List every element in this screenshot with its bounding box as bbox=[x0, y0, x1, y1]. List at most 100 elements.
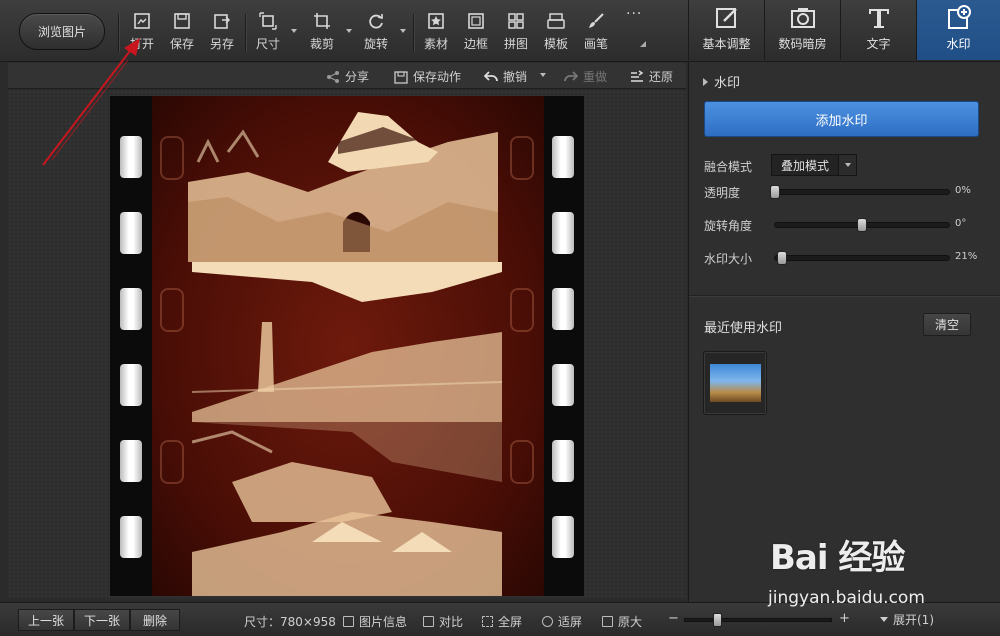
rotation-slider[interactable] bbox=[774, 218, 950, 232]
more-corner-icon[interactable] bbox=[640, 41, 646, 47]
film-strip-photo bbox=[110, 96, 584, 596]
opacity-slider[interactable] bbox=[770, 185, 950, 199]
save-action-button[interactable]: 保存动作 bbox=[394, 68, 461, 85]
share-button[interactable]: 分享 bbox=[326, 68, 369, 85]
save-icon bbox=[174, 13, 190, 29]
clear-recent-button[interactable]: 清空 bbox=[923, 313, 971, 336]
original-size-button[interactable]: 原大 bbox=[602, 613, 642, 630]
size-value: 21% bbox=[955, 251, 978, 262]
rotation-slider-knob[interactable] bbox=[857, 218, 867, 232]
fit-screen-label: 适屏 bbox=[558, 615, 583, 629]
original-size-icon bbox=[602, 616, 613, 627]
tab-watermark[interactable]: 水印 bbox=[916, 0, 1000, 60]
tab-label: 水印 bbox=[946, 37, 971, 51]
redo-button[interactable]: 重做 bbox=[564, 68, 607, 85]
restore-button[interactable]: 还原 bbox=[630, 68, 673, 85]
tab-label: 基本调整 bbox=[702, 37, 751, 51]
baidu-logo-text: Bai 经验 bbox=[770, 538, 905, 578]
film-ghost-hole bbox=[510, 440, 534, 484]
photo-frame-mountain bbox=[192, 262, 502, 422]
info-icon bbox=[343, 616, 354, 627]
film-strip-body bbox=[152, 96, 544, 596]
crop-label: 裁剪 bbox=[310, 37, 335, 51]
save-as-icon bbox=[214, 14, 231, 29]
open-label: 打开 bbox=[130, 37, 155, 51]
zoom-slider-knob[interactable] bbox=[713, 613, 723, 627]
image-info-label: 图片信息 bbox=[359, 615, 408, 629]
material-icon bbox=[428, 13, 444, 29]
recent-watermark-thumbnail[interactable] bbox=[703, 351, 767, 415]
panel-divider bbox=[689, 295, 1000, 296]
tab-digital-darkroom[interactable]: 数码暗房 bbox=[764, 0, 840, 60]
fullscreen-button[interactable]: 全屏 bbox=[482, 613, 522, 630]
save-action-label: 保存动作 bbox=[413, 70, 462, 84]
size-row: 水印大小 21% bbox=[704, 250, 994, 267]
tab-label: 数码暗房 bbox=[778, 37, 827, 51]
film-ghost-hole bbox=[510, 288, 534, 332]
template-icon bbox=[547, 13, 565, 29]
film-sprocket-hole bbox=[120, 212, 142, 254]
tab-basic-adjust[interactable]: 基本调整 bbox=[688, 0, 764, 60]
blend-mode-select[interactable]: 叠加模式 bbox=[771, 154, 857, 176]
film-sprocket-hole bbox=[120, 440, 142, 482]
brush-button[interactable]: 画笔 bbox=[584, 12, 608, 56]
tab-text[interactable]: 文字 bbox=[840, 0, 916, 60]
save-as-label: 另存 bbox=[210, 37, 235, 51]
open-button[interactable]: 打开 bbox=[130, 12, 154, 56]
film-sprocket-hole bbox=[552, 288, 574, 330]
thumbnail-image bbox=[710, 364, 761, 402]
brush-label: 画笔 bbox=[584, 37, 609, 51]
material-label: 素材 bbox=[424, 37, 449, 51]
previous-image-button[interactable]: 上一张 bbox=[18, 609, 74, 631]
photo-frame-gate-tower bbox=[188, 112, 498, 262]
crop-dropdown-icon[interactable] bbox=[346, 29, 352, 33]
film-sprocket-hole bbox=[120, 516, 142, 558]
resize-icon bbox=[259, 12, 277, 30]
border-icon bbox=[468, 13, 484, 29]
save-as-button[interactable]: 另存 bbox=[210, 12, 234, 56]
film-sprocket-hole bbox=[120, 288, 142, 330]
image-canvas[interactable] bbox=[8, 90, 686, 598]
border-button[interactable]: 边框 bbox=[464, 12, 488, 56]
opacity-slider-knob[interactable] bbox=[770, 185, 780, 199]
film-sprocket-hole bbox=[552, 136, 574, 178]
film-sprocket-hole bbox=[552, 364, 574, 406]
size-slider[interactable] bbox=[774, 251, 950, 265]
image-size-text: 尺寸：780×958 bbox=[244, 615, 336, 629]
material-button[interactable]: 素材 bbox=[424, 12, 448, 56]
film-ghost-hole bbox=[160, 440, 184, 484]
film-sprocket-hole bbox=[552, 440, 574, 482]
collage-button[interactable]: 拼图 bbox=[504, 12, 528, 56]
opacity-value: 0% bbox=[955, 185, 971, 196]
save-button[interactable]: 保存 bbox=[170, 12, 194, 56]
undo-dropdown-icon[interactable] bbox=[540, 73, 546, 77]
crop-button[interactable]: 裁剪 bbox=[310, 12, 334, 56]
rotation-label: 旋转角度 bbox=[704, 219, 753, 233]
next-image-button[interactable]: 下一张 bbox=[74, 609, 130, 631]
template-button[interactable]: 模板 bbox=[544, 12, 568, 56]
baidu-url-text: jingyan.baidu.com bbox=[768, 588, 925, 608]
text-icon bbox=[868, 9, 889, 28]
undo-button[interactable]: 撤销 bbox=[484, 68, 527, 85]
camera-icon bbox=[790, 8, 815, 28]
resize-button[interactable]: 尺寸 bbox=[256, 12, 280, 56]
zoom-out-button[interactable]: − bbox=[668, 611, 679, 626]
film-sprocket-hole bbox=[552, 516, 574, 558]
browse-images-button[interactable]: 浏览图片 bbox=[19, 13, 105, 50]
rotate-button[interactable]: 旋转 bbox=[364, 12, 388, 56]
compare-label: 对比 bbox=[439, 615, 464, 629]
panel-title[interactable]: 水印 bbox=[703, 72, 740, 91]
panel-title-text: 水印 bbox=[714, 76, 741, 91]
image-info-button[interactable]: 图片信息 bbox=[343, 613, 407, 630]
opacity-label: 透明度 bbox=[704, 186, 741, 200]
more-icon: ··· bbox=[626, 6, 643, 22]
opacity-row: 透明度 0% bbox=[704, 184, 994, 201]
delete-image-button[interactable]: 删除 bbox=[130, 609, 180, 631]
size-slider-knob[interactable] bbox=[776, 251, 787, 265]
compare-button[interactable]: 对比 bbox=[423, 613, 463, 630]
add-watermark-button[interactable]: 添加水印 bbox=[704, 101, 979, 137]
rotate-dropdown-icon[interactable] bbox=[400, 29, 406, 33]
fit-screen-button[interactable]: 适屏 bbox=[542, 613, 582, 630]
chevron-down-icon bbox=[838, 155, 856, 175]
resize-dropdown-icon[interactable] bbox=[291, 29, 297, 33]
